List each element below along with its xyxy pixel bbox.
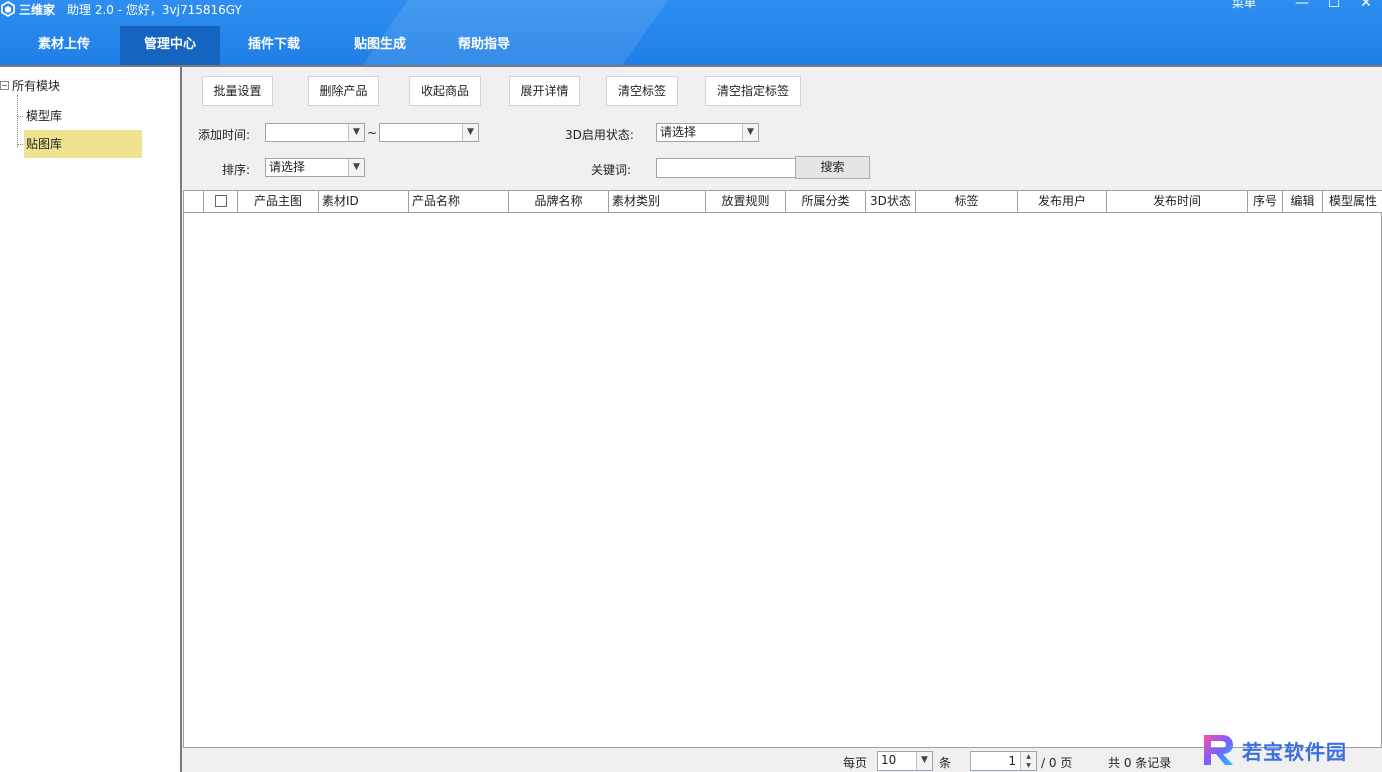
per-page-select[interactable]: 10 ▼ [877, 751, 933, 771]
col-publish-time[interactable]: 发布时间 [1107, 191, 1248, 212]
tree-item-texture-library[interactable]: 贴图库 [17, 130, 142, 158]
menu-button[interactable]: 菜单 [1232, 0, 1256, 11]
clear-tags-button[interactable]: 清空标签 [606, 76, 678, 106]
tree-item-label: 贴图库 [26, 137, 63, 151]
collapse-icon[interactable]: − [0, 81, 9, 90]
col-model-attributes[interactable]: 模型属性 [1323, 191, 1382, 212]
col-placement-rule[interactable]: 放置规则 [706, 191, 786, 212]
col-material-id[interactable]: 素材ID [319, 191, 409, 212]
chevron-down-icon[interactable]: ▼ [916, 752, 932, 770]
maximize-icon[interactable]: ☐ [1318, 0, 1350, 11]
chevron-down-icon[interactable]: ▼ [348, 159, 364, 176]
per-page-label: 每页 [843, 756, 868, 770]
keyword-input[interactable] [656, 158, 796, 178]
watermark: 若宝软件园 [1200, 728, 1382, 772]
total-pages-label: / 0 页 [1041, 756, 1073, 770]
col-sequence[interactable]: 序号 [1248, 191, 1283, 212]
table-header: 产品主图 素材ID 产品名称 品牌名称 素材类别 放置规则 所属分类 3D状态 … [184, 191, 1382, 213]
chevron-down-icon[interactable]: ▼ [348, 124, 364, 141]
tree-item-label: 模型库 [26, 109, 63, 123]
watermark-logo-icon [1204, 735, 1233, 765]
status-label: 3D启用状态: [565, 128, 634, 142]
tab-management-center[interactable]: 管理中心 [120, 26, 220, 65]
module-tree: − 所有模块 模型库 贴图库 [0, 65, 182, 772]
tree-connector [17, 116, 23, 117]
status-select[interactable]: 请选择 ▼ [656, 123, 759, 142]
tree-item-model-library[interactable]: 模型库 [17, 102, 63, 130]
per-page-value: 10 [881, 753, 897, 767]
tree-root-label: 所有模块 [12, 79, 61, 93]
page-number-value: 1 [1008, 754, 1016, 768]
col-edit[interactable]: 编辑 [1283, 191, 1323, 212]
watermark-text: 若宝软件园 [1242, 739, 1347, 764]
col-publisher[interactable]: 发布用户 [1018, 191, 1107, 212]
select-all-checkbox-cell[interactable] [204, 191, 238, 212]
col-brand-name[interactable]: 品牌名称 [509, 191, 609, 212]
app-logo-icon [1, 1, 15, 17]
status-select-value: 请选择 [660, 125, 697, 139]
tree-connector [17, 95, 18, 147]
main-tabs: 素材上传 管理中心 插件下载 贴图生成 帮助指导 [0, 26, 536, 65]
chevron-down-icon[interactable]: ▼ [462, 124, 478, 141]
col-product-image[interactable]: 产品主图 [238, 191, 319, 212]
tab-plugin-download[interactable]: 插件下载 [220, 26, 328, 65]
spinner-arrows-icon[interactable]: ▲ ▼ [1020, 752, 1036, 770]
batch-settings-button[interactable]: 批量设置 [202, 76, 273, 106]
collapse-products-button[interactable]: 收起商品 [409, 76, 481, 106]
app-window: 三维家 助理 2.0 - 您好，3vj715816GY 菜单 — ☐ ✕ 素材上… [0, 0, 1382, 772]
delete-product-button[interactable]: 删除产品 [308, 76, 379, 106]
sort-label: 排序: [222, 163, 251, 177]
close-icon[interactable]: ✕ [1350, 0, 1382, 11]
end-date-picker[interactable]: ▼ [379, 123, 479, 142]
row-header-cell [184, 191, 204, 212]
col-category[interactable]: 所属分类 [786, 191, 866, 212]
col-3d-status[interactable]: 3D状态 [866, 191, 916, 212]
main-panel: 批量设置 删除产品 收起商品 展开详情 清空标签 清空指定标签 添加时间: ▼ … [182, 65, 1382, 772]
clear-specified-tags-button[interactable]: 清空指定标签 [705, 76, 801, 106]
add-time-label: 添加时间: [198, 128, 251, 142]
checkbox-icon[interactable] [214, 194, 227, 207]
header-bar: 三维家 助理 2.0 - 您好，3vj715816GY 菜单 — ☐ ✕ 素材上… [0, 0, 1382, 65]
chevron-down-icon[interactable]: ▼ [742, 124, 758, 141]
page-number-stepper[interactable]: 1 ▲ ▼ [970, 751, 1037, 771]
app-name: 三维家 [19, 2, 56, 17]
col-material-category[interactable]: 素材类别 [609, 191, 706, 212]
keyword-label: 关键词: [591, 163, 632, 177]
total-records-label: 共 0 条记录 [1108, 756, 1172, 770]
sort-select[interactable]: 请选择 ▼ [265, 158, 365, 177]
expand-details-button[interactable]: 展开详情 [509, 76, 580, 106]
tree-root-all-modules[interactable]: − 所有模块 [0, 77, 60, 94]
tab-material-upload[interactable]: 素材上传 [0, 26, 128, 65]
tab-help-guide[interactable]: 帮助指导 [432, 26, 536, 65]
tab-texture-generate[interactable]: 贴图生成 [328, 26, 432, 65]
search-button[interactable]: 搜索 [795, 156, 870, 179]
tree-connector [17, 144, 23, 145]
unit-label: 条 [939, 756, 952, 770]
window-title: 助理 2.0 - 您好，3vj715816GY [67, 2, 242, 17]
product-table: 产品主图 素材ID 产品名称 品牌名称 素材类别 放置规则 所属分类 3D状态 … [183, 190, 1382, 748]
start-date-picker[interactable]: ▼ [265, 123, 365, 142]
range-separator: ~ [367, 126, 378, 140]
col-tags[interactable]: 标签 [916, 191, 1018, 212]
title-bar: 三维家 助理 2.0 - 您好，3vj715816GY [0, 0, 242, 18]
window-controls: 菜单 — ☐ ✕ [1232, 0, 1382, 11]
sort-select-value: 请选择 [269, 160, 306, 174]
col-product-name[interactable]: 产品名称 [409, 191, 509, 212]
minimize-icon[interactable]: — [1286, 0, 1318, 11]
